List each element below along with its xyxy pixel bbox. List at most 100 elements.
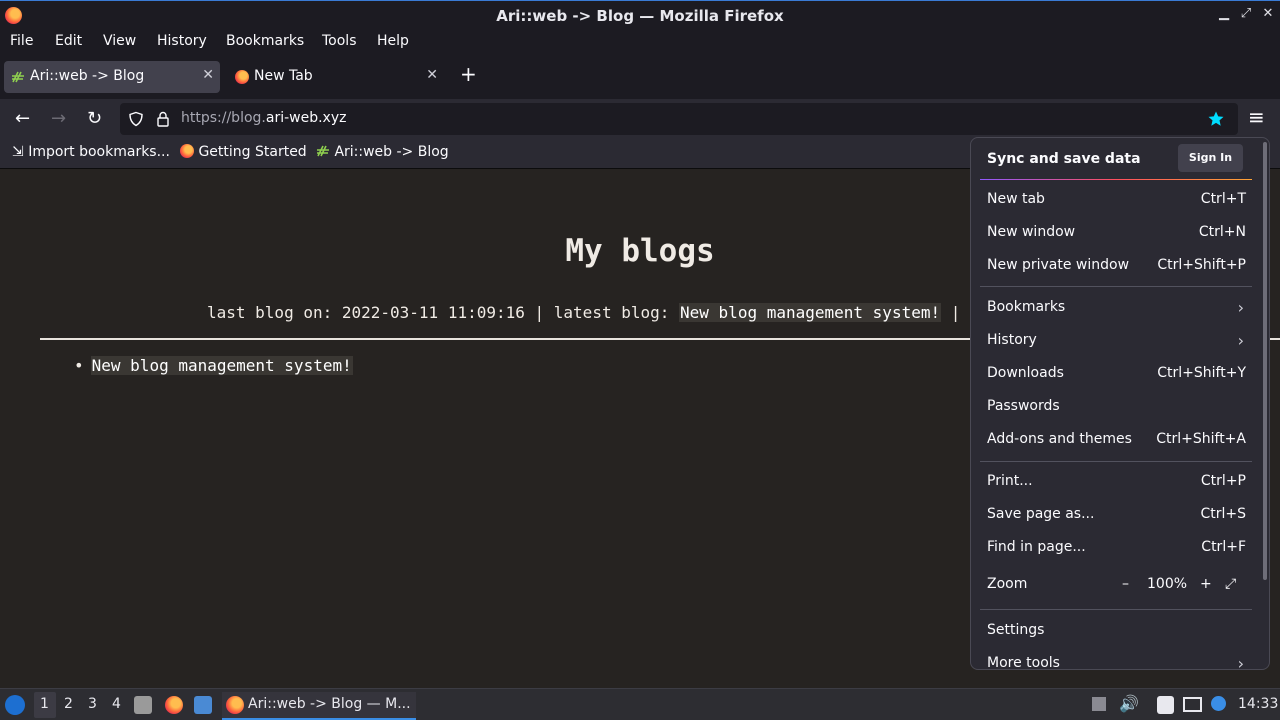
clipboard-icon[interactable] bbox=[1157, 696, 1174, 714]
firefox-launcher-icon[interactable] bbox=[165, 696, 183, 714]
menu-shortcut: Ctrl+F bbox=[1201, 539, 1246, 555]
shield-icon[interactable] bbox=[128, 111, 144, 127]
menu-passwords[interactable]: Passwords bbox=[980, 392, 1252, 422]
sync-header: Sync and save data Sign In bbox=[971, 138, 1269, 180]
tab-label: Ari::web -> Blog bbox=[30, 68, 145, 84]
menu-label: More tools bbox=[987, 655, 1060, 670]
tray-expand-icon[interactable] bbox=[1092, 697, 1106, 711]
menu-help[interactable]: Help bbox=[377, 33, 409, 49]
close-tab-icon[interactable]: ✕ bbox=[202, 67, 214, 83]
bookmark-import[interactable]: ⇲ Import bookmarks... bbox=[12, 144, 170, 160]
menu-find-in-page[interactable]: Find in page... Ctrl+F bbox=[980, 533, 1252, 563]
close-window-button[interactable]: ✕ bbox=[1259, 6, 1277, 21]
blog-post-link[interactable]: New blog management system! bbox=[90, 356, 353, 375]
menu-label: New tab bbox=[987, 191, 1045, 207]
taskbar: 1 2 3 4 Ari::web -> Blog — M... 🔊 14:33 bbox=[0, 688, 1280, 720]
zoom-reset-button[interactable]: 100% bbox=[1147, 576, 1187, 592]
url-bar[interactable]: https://blog.ari-web.xyz bbox=[120, 103, 1238, 135]
menu-tools[interactable]: Tools bbox=[322, 33, 357, 49]
menu-label: Passwords bbox=[987, 398, 1060, 414]
chevron-right-icon: › bbox=[1237, 298, 1244, 317]
menu-label: New private window bbox=[987, 257, 1130, 273]
firefox-window-icon bbox=[226, 696, 244, 714]
menu-file[interactable]: File bbox=[10, 33, 33, 49]
menu-shortcut: Ctrl+S bbox=[1200, 506, 1246, 522]
window-title: Ari::web -> Blog — Mozilla Firefox bbox=[496, 7, 784, 25]
forward-button[interactable]: → bbox=[51, 108, 66, 129]
url-domain: ari-web.xyz bbox=[265, 110, 347, 126]
notification-icon[interactable] bbox=[1211, 696, 1226, 711]
latest-blog-link[interactable]: New blog management system! bbox=[679, 303, 942, 322]
menubar: File Edit View History Bookmarks Tools H… bbox=[0, 29, 1280, 55]
menu-shortcut: Ctrl+P bbox=[1200, 473, 1246, 489]
blog-meta: last blog on: 2022-03-11 11:09:16 | late… bbox=[207, 303, 980, 322]
bookmark-star-icon[interactable] bbox=[1207, 110, 1225, 128]
file-manager-icon[interactable] bbox=[134, 696, 152, 714]
chevron-right-icon: › bbox=[1237, 331, 1244, 350]
menu-shortcut: Ctrl+Shift+A bbox=[1156, 431, 1246, 447]
chevron-right-icon: › bbox=[1237, 654, 1244, 670]
minimize-button[interactable]: ▁ bbox=[1215, 6, 1233, 21]
menu-downloads[interactable]: Downloads Ctrl+Shift+Y bbox=[980, 359, 1252, 389]
menu-label: Settings bbox=[987, 622, 1045, 638]
site-favicon-icon bbox=[12, 71, 24, 83]
import-icon: ⇲ bbox=[12, 144, 24, 160]
menu-label: Add-ons and themes bbox=[987, 431, 1132, 447]
menu-bookmarks[interactable]: Bookmarks bbox=[226, 33, 304, 49]
start-menu-icon[interactable] bbox=[5, 695, 25, 715]
back-button[interactable]: ← bbox=[15, 108, 30, 129]
blog-list: New blog management system! bbox=[74, 356, 353, 375]
menu-zoom: Zoom – 100% + ⤢ bbox=[980, 570, 1252, 600]
bookmark-ari-web-blog[interactable]: Ari::web -> Blog bbox=[316, 144, 449, 160]
reload-button[interactable]: ↻ bbox=[87, 108, 102, 129]
close-tab-icon[interactable]: ✕ bbox=[426, 67, 438, 83]
maximize-button[interactable]: ⤢ bbox=[1237, 6, 1255, 21]
menu-edit[interactable]: Edit bbox=[55, 33, 82, 49]
volume-icon[interactable]: 🔊 bbox=[1119, 694, 1139, 713]
desktop-icon[interactable] bbox=[194, 696, 212, 714]
panel-scrollbar[interactable] bbox=[1263, 142, 1267, 580]
menu-shortcut: Ctrl+Shift+Y bbox=[1157, 365, 1246, 381]
menu-new-window[interactable]: New window Ctrl+N bbox=[980, 218, 1252, 248]
menu-history[interactable]: History bbox=[157, 33, 207, 49]
menu-separator bbox=[980, 609, 1252, 610]
menu-label: New window bbox=[987, 224, 1076, 240]
menu-separator bbox=[980, 286, 1252, 287]
menu-separator bbox=[980, 461, 1252, 462]
app-menu-panel: Sync and save data Sign In New tab Ctrl+T… bbox=[970, 137, 1270, 670]
taskbar-window-label: Ari::web -> Blog — M... bbox=[248, 696, 411, 712]
fullscreen-icon[interactable]: ⤢ bbox=[1225, 576, 1236, 592]
tab-ari-web-blog[interactable]: Ari::web -> Blog ✕ bbox=[4, 61, 220, 93]
menu-label: Save page as... bbox=[987, 506, 1095, 522]
network-icon[interactable] bbox=[1183, 697, 1202, 712]
menu-addons-themes[interactable]: Add-ons and themes Ctrl+Shift+A bbox=[980, 425, 1252, 455]
tab-new-tab[interactable]: New Tab ✕ bbox=[228, 61, 444, 93]
bookmark-getting-started[interactable]: Getting Started bbox=[180, 144, 307, 160]
bookmark-label: Import bookmarks... bbox=[28, 144, 170, 160]
zoom-out-button[interactable]: – bbox=[1122, 576, 1129, 592]
bookmark-label: Ari::web -> Blog bbox=[334, 144, 449, 160]
app-menu-button[interactable]: ≡ bbox=[1248, 105, 1265, 129]
new-tab-button[interactable]: + bbox=[460, 62, 477, 86]
menu-new-private-window[interactable]: New private window Ctrl+Shift+P bbox=[980, 251, 1252, 281]
menu-bookmarks[interactable]: Bookmarks › bbox=[980, 293, 1252, 323]
sync-divider bbox=[980, 179, 1252, 180]
menu-new-tab[interactable]: New tab Ctrl+T bbox=[980, 185, 1252, 215]
zoom-in-button[interactable]: + bbox=[1200, 576, 1212, 592]
menu-print[interactable]: Print... Ctrl+P bbox=[980, 467, 1252, 497]
sign-in-button[interactable]: Sign In bbox=[1178, 144, 1243, 172]
menu-settings[interactable]: Settings bbox=[980, 616, 1252, 646]
menu-view[interactable]: View bbox=[103, 33, 136, 49]
workspace-1[interactable]: 1 bbox=[40, 696, 49, 712]
menu-history[interactable]: History › bbox=[980, 326, 1252, 356]
menu-more-tools[interactable]: More tools › bbox=[980, 649, 1252, 670]
menu-save-page[interactable]: Save page as... Ctrl+S bbox=[980, 500, 1252, 530]
meta-text: last blog on: 2022-03-11 11:09:16 | late… bbox=[207, 303, 680, 322]
lock-icon[interactable] bbox=[156, 111, 170, 127]
site-favicon-icon bbox=[317, 145, 329, 157]
taskbar-window-firefox[interactable]: Ari::web -> Blog — M... bbox=[222, 692, 416, 720]
firefox-favicon-icon bbox=[180, 144, 194, 158]
workspace-2[interactable]: 2 bbox=[64, 696, 73, 712]
workspace-4[interactable]: 4 bbox=[112, 696, 121, 712]
workspace-3[interactable]: 3 bbox=[88, 696, 97, 712]
